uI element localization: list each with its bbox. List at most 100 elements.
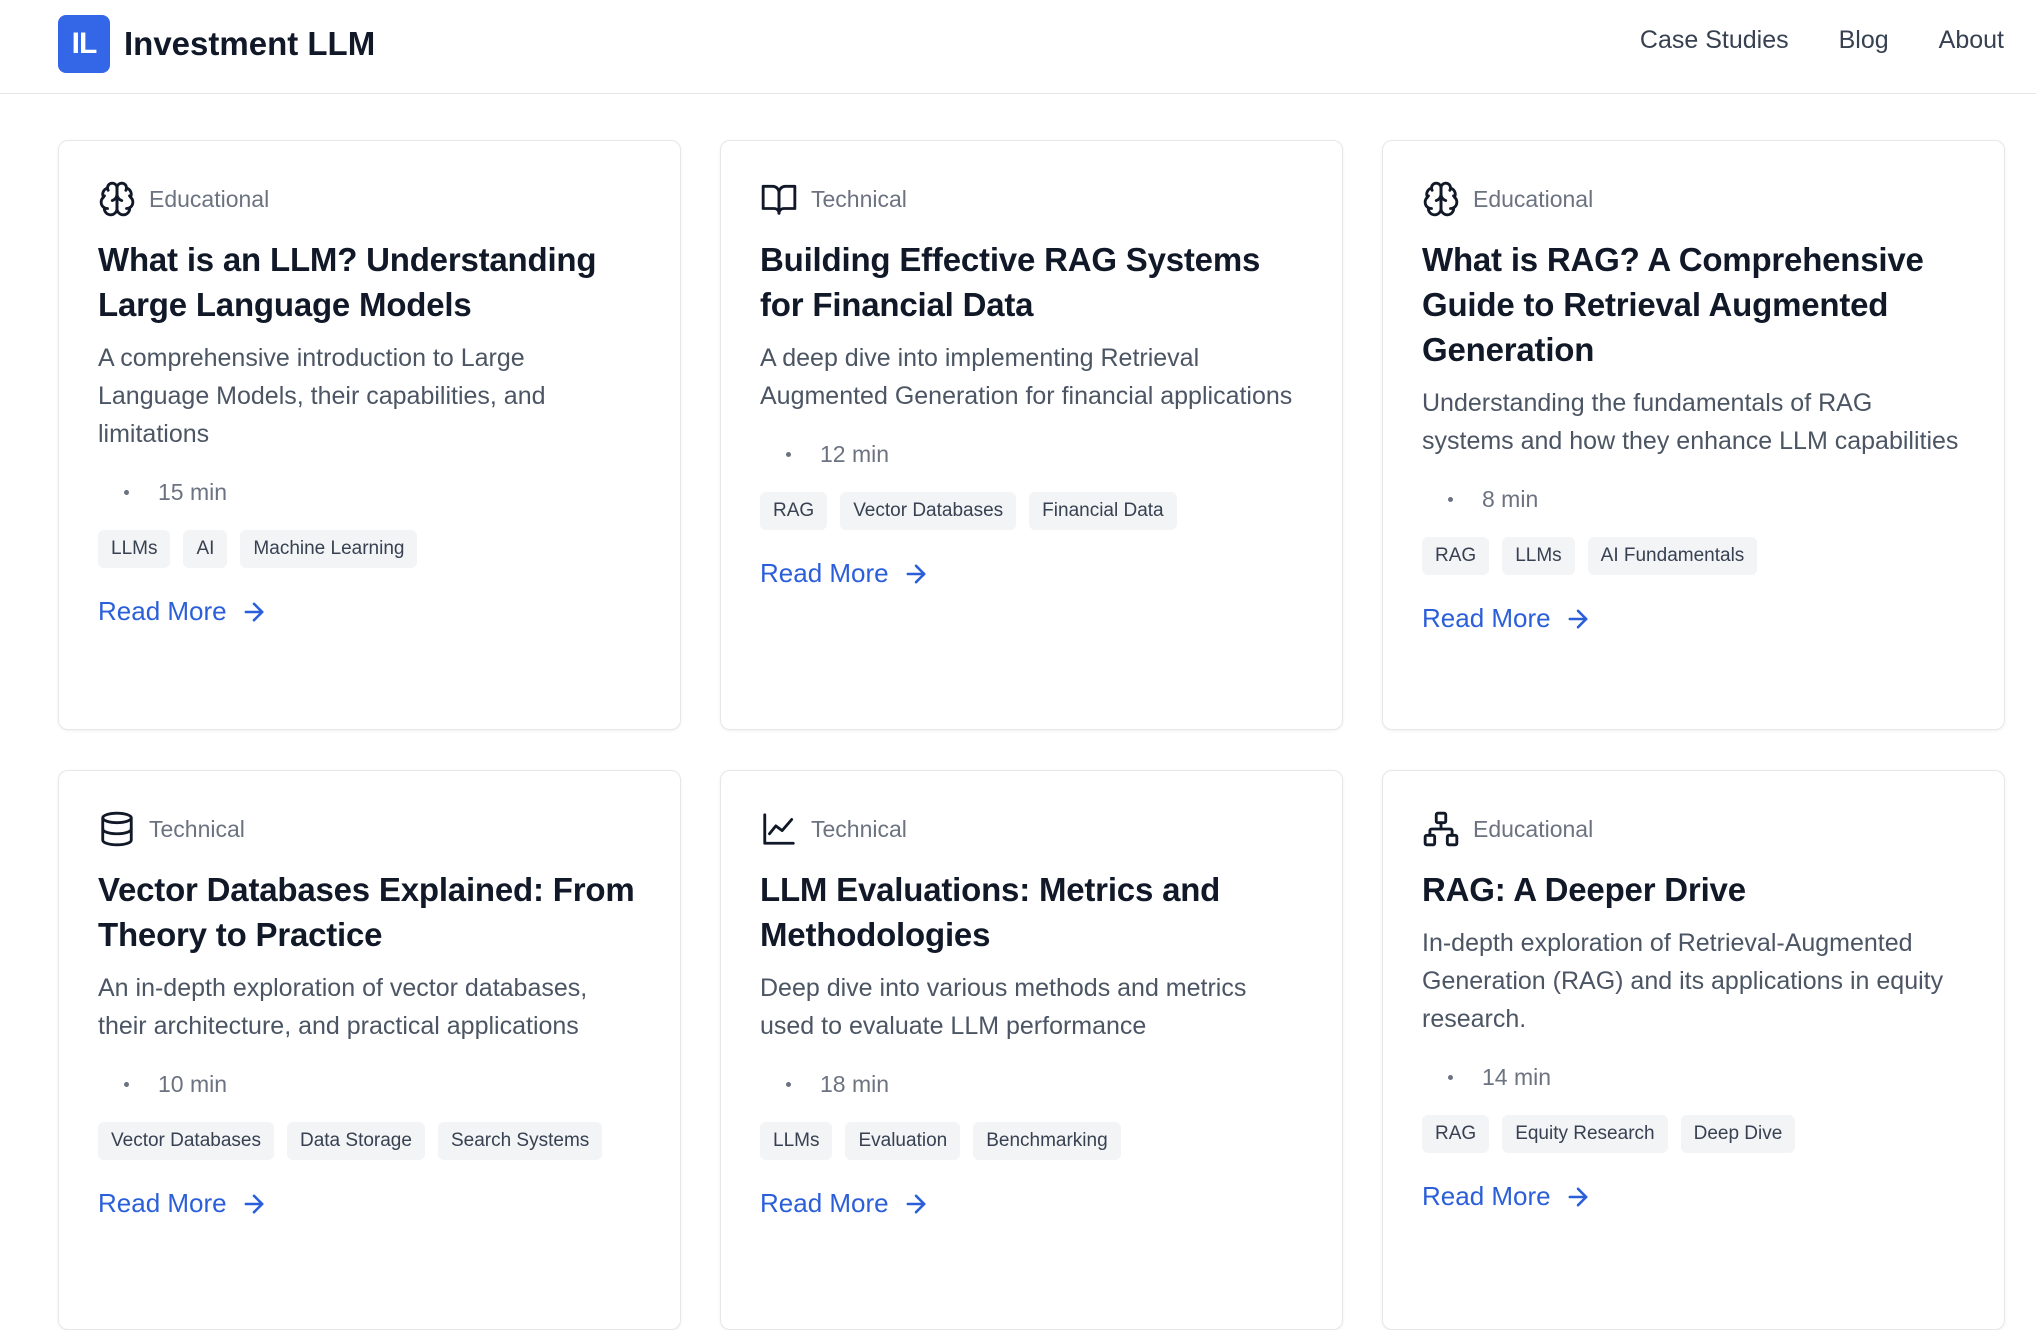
database-icon — [98, 810, 136, 848]
article-description: A deep dive into implementing Retrieval … — [760, 344, 1293, 410]
article-card[interactable]: Technical LLM Evaluations: Metrics and M… — [720, 770, 1343, 1330]
article-title[interactable]: LLM Evaluations: Metrics and Methodologi… — [760, 867, 1303, 957]
topic-tag[interactable]: Data Storage — [286, 1122, 425, 1160]
topic-tag[interactable]: RAG — [1422, 537, 1490, 575]
read-time-value: 10 min — [158, 1070, 228, 1097]
bullet-dot — [1448, 496, 1453, 502]
article-card[interactable]: Educational RAG: A Deeper Drive In-depth… — [1382, 770, 2005, 1330]
read-more-link[interactable]: Read More — [1422, 1181, 1592, 1212]
topic-tag[interactable]: Equity Research — [1502, 1115, 1668, 1153]
arrow-right-icon — [889, 560, 930, 588]
nav-case-studies[interactable]: Case Studies — [1640, 26, 1789, 55]
category-label: Educational — [1473, 815, 1594, 842]
article-title[interactable]: Vector Databases Explained: From Theory … — [98, 867, 641, 957]
read-time: 18 min — [760, 1064, 1303, 1104]
read-more-label: Read More — [98, 1188, 227, 1218]
tag-list: Vector Databases Data Storage Search Syste… — [98, 1122, 641, 1160]
bullet-dot — [124, 489, 129, 495]
article-card[interactable]: Technical Building Effective RAG Systems… — [720, 140, 1343, 730]
topic-tag[interactable]: Evaluation — [845, 1122, 961, 1160]
read-more-label: Read More — [760, 558, 889, 588]
category-row: Technical — [760, 179, 1303, 219]
read-time: 12 min — [760, 434, 1303, 474]
topic-tag[interactable]: AI — [183, 530, 228, 568]
tag-list: LLMs AI Machine Learning — [98, 530, 641, 568]
book-open-icon — [760, 180, 798, 218]
topic-tag[interactable]: RAG — [760, 492, 828, 530]
read-time-value: 18 min — [820, 1070, 890, 1097]
arrow-right-icon — [889, 1190, 930, 1218]
read-more-link[interactable]: Read More — [1422, 603, 1592, 634]
topic-tag[interactable]: LLMs — [760, 1122, 833, 1160]
tag-list: RAG Equity Research Deep Dive — [1422, 1115, 1965, 1153]
read-time: 15 min — [98, 472, 641, 512]
topic-tag[interactable]: AI Fundamentals — [1587, 537, 1758, 575]
brain-icon — [1422, 180, 1460, 218]
read-more-link[interactable]: Read More — [760, 1188, 930, 1219]
category-label: Technical — [149, 815, 245, 842]
article-title[interactable]: What is RAG? A Comprehensive Guide to Re… — [1422, 237, 1965, 372]
topic-tag[interactable]: RAG — [1422, 1115, 1490, 1153]
site-header: IL Investment LLM Case Studies Blog Abou… — [0, 0, 2036, 94]
arrow-right-icon — [227, 598, 268, 626]
topic-tag[interactable]: LLMs — [1502, 537, 1575, 575]
topic-tag[interactable]: Vector Databases — [98, 1122, 274, 1160]
read-more-link[interactable]: Read More — [760, 558, 930, 589]
read-time: 14 min — [1422, 1057, 1965, 1097]
category-label: Educational — [149, 185, 270, 212]
category-label: Educational — [1473, 185, 1594, 212]
article-card[interactable]: Technical Vector Databases Explained: Fr… — [58, 770, 681, 1330]
read-time: 10 min — [98, 1064, 641, 1104]
read-time-value: 15 min — [158, 478, 228, 505]
brain-icon — [98, 180, 136, 218]
arrow-right-icon — [1551, 605, 1592, 633]
tag-list: LLMs Evaluation Benchmarking — [760, 1122, 1303, 1160]
category-row: Educational — [1422, 809, 1965, 849]
topic-tag[interactable]: LLMs — [98, 530, 171, 568]
tag-list: RAG Vector Databases Financial Data — [760, 492, 1303, 530]
category-row: Educational — [1422, 179, 1965, 219]
home-logo-link[interactable]: IL Investment LLM — [58, 15, 375, 73]
read-more-label: Read More — [1422, 603, 1551, 633]
category-label: Technical — [811, 815, 907, 842]
brand-name: Investment LLM — [124, 25, 376, 62]
article-title[interactable]: Building Effective RAG Systems for Finan… — [760, 237, 1303, 327]
category-label: Technical — [811, 185, 907, 212]
bullet-dot — [786, 1081, 791, 1087]
read-more-label: Read More — [98, 596, 227, 626]
category-row: Educational — [98, 179, 641, 219]
logo-mark: IL — [58, 15, 110, 73]
bullet-dot — [786, 451, 791, 457]
topic-tag[interactable]: Vector Databases — [840, 492, 1017, 530]
line-chart-icon — [760, 810, 798, 848]
article-description: Deep dive into various methods and metri… — [760, 974, 1247, 1040]
read-time-value: 14 min — [1482, 1063, 1552, 1090]
topic-tag[interactable]: Benchmarking — [973, 1122, 1121, 1160]
read-more-label: Read More — [760, 1188, 889, 1218]
category-row: Technical — [760, 809, 1303, 849]
topic-tag[interactable]: Financial Data — [1029, 492, 1177, 530]
arrow-right-icon — [1551, 1183, 1592, 1211]
nav-about[interactable]: About — [1939, 26, 2004, 55]
nav-blog[interactable]: Blog — [1839, 26, 1889, 55]
bullet-dot — [124, 1081, 129, 1087]
network-icon — [1422, 810, 1460, 848]
topic-tag[interactable]: Machine Learning — [240, 530, 418, 568]
main-nav: Case Studies Blog About — [1640, 26, 2004, 55]
article-description: In-depth exploration of Retrieval-Augmen… — [1422, 929, 1944, 1033]
topic-tag[interactable]: Deep Dive — [1680, 1115, 1796, 1153]
topic-tag[interactable]: Search Systems — [437, 1122, 603, 1160]
read-more-link[interactable]: Read More — [98, 596, 268, 627]
article-title[interactable]: What is an LLM? Understanding Large Lang… — [98, 237, 641, 327]
read-more-label: Read More — [1422, 1181, 1551, 1211]
article-card[interactable]: Educational What is RAG? A Comprehensive… — [1382, 140, 2005, 730]
article-description: An in-depth exploration of vector databa… — [98, 974, 588, 1040]
read-time: 8 min — [1422, 479, 1965, 519]
tag-list: RAG LLMs AI Fundamentals — [1422, 537, 1965, 575]
read-time-value: 12 min — [820, 440, 890, 467]
category-row: Technical — [98, 809, 641, 849]
article-title[interactable]: RAG: A Deeper Drive — [1422, 867, 1965, 912]
article-card[interactable]: Educational What is an LLM? Understandin… — [58, 140, 681, 730]
read-time-value: 8 min — [1482, 485, 1539, 512]
read-more-link[interactable]: Read More — [98, 1188, 268, 1219]
